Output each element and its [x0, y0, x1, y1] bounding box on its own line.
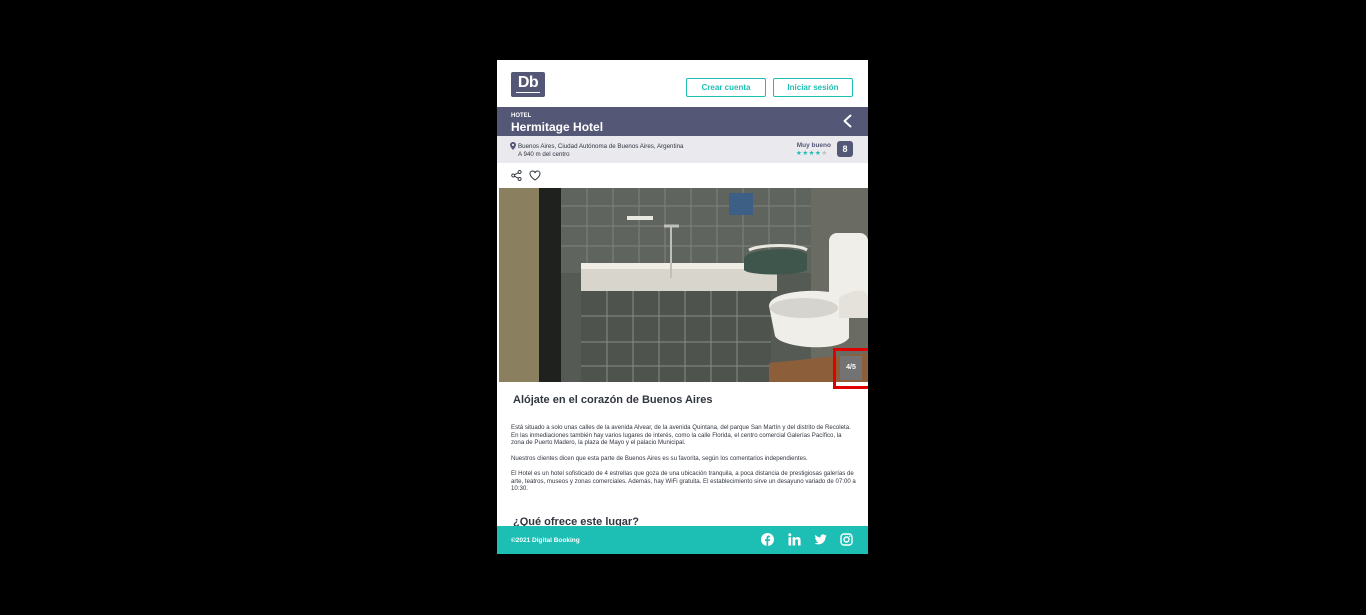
heart-icon[interactable]: [529, 170, 541, 181]
location-bar: Buenos Aires, Ciudad Autónoma de Buenos …: [497, 136, 868, 163]
description-paragraph-2: Nuestros clientes dicen que esta parte d…: [511, 455, 808, 462]
hotel-name: Hermitage Hotel: [511, 120, 604, 134]
login-button[interactable]: Iniciar sesión: [773, 78, 853, 97]
rating-text: Muy bueno: [796, 142, 831, 149]
description-paragraph-1: Está situado a solo unas calles de la av…: [511, 424, 851, 447]
bathroom-image: [499, 188, 868, 382]
score-badge: 8: [837, 141, 853, 157]
linkedin-icon[interactable]: [788, 533, 801, 546]
hotel-address: Buenos Aires, Ciudad Autónoma de Buenos …: [518, 143, 684, 150]
hotel-title-bar: HOTEL Hermitage Hotel: [497, 107, 868, 136]
gallery-counter[interactable]: 4/5: [840, 356, 862, 380]
star-empty-icon: ★: [821, 150, 828, 157]
rating-stars: ★★★★★: [796, 150, 828, 157]
twitter-icon[interactable]: [814, 533, 827, 546]
hotel-distance: A 940 m del centro: [518, 151, 570, 158]
chevron-left-icon[interactable]: [840, 113, 856, 129]
share-icon[interactable]: [511, 170, 522, 181]
footer: ©2021 Digital Booking: [497, 526, 868, 554]
logo-text: Db: [517, 74, 539, 91]
facebook-icon[interactable]: [761, 533, 774, 546]
top-bar: Db Crear cuenta Iniciar sesión: [497, 60, 868, 107]
logo-underline: [516, 92, 540, 93]
copyright: ©2021 Digital Booking: [511, 537, 580, 544]
product-page: Db Crear cuenta Iniciar sesión HOTEL Her…: [497, 60, 868, 554]
hotel-category: HOTEL: [511, 113, 532, 119]
create-account-button[interactable]: Crear cuenta: [686, 78, 766, 97]
description-paragraph-3: El Hotel es un hotel sofisticado de 4 es…: [511, 470, 856, 493]
instagram-icon[interactable]: [840, 533, 853, 546]
description-title: Alójate en el corazón de Buenos Aires: [513, 394, 713, 406]
logo[interactable]: Db: [511, 72, 545, 97]
location-pin-icon: [510, 142, 516, 150]
hotel-photo[interactable]: [499, 188, 868, 382]
